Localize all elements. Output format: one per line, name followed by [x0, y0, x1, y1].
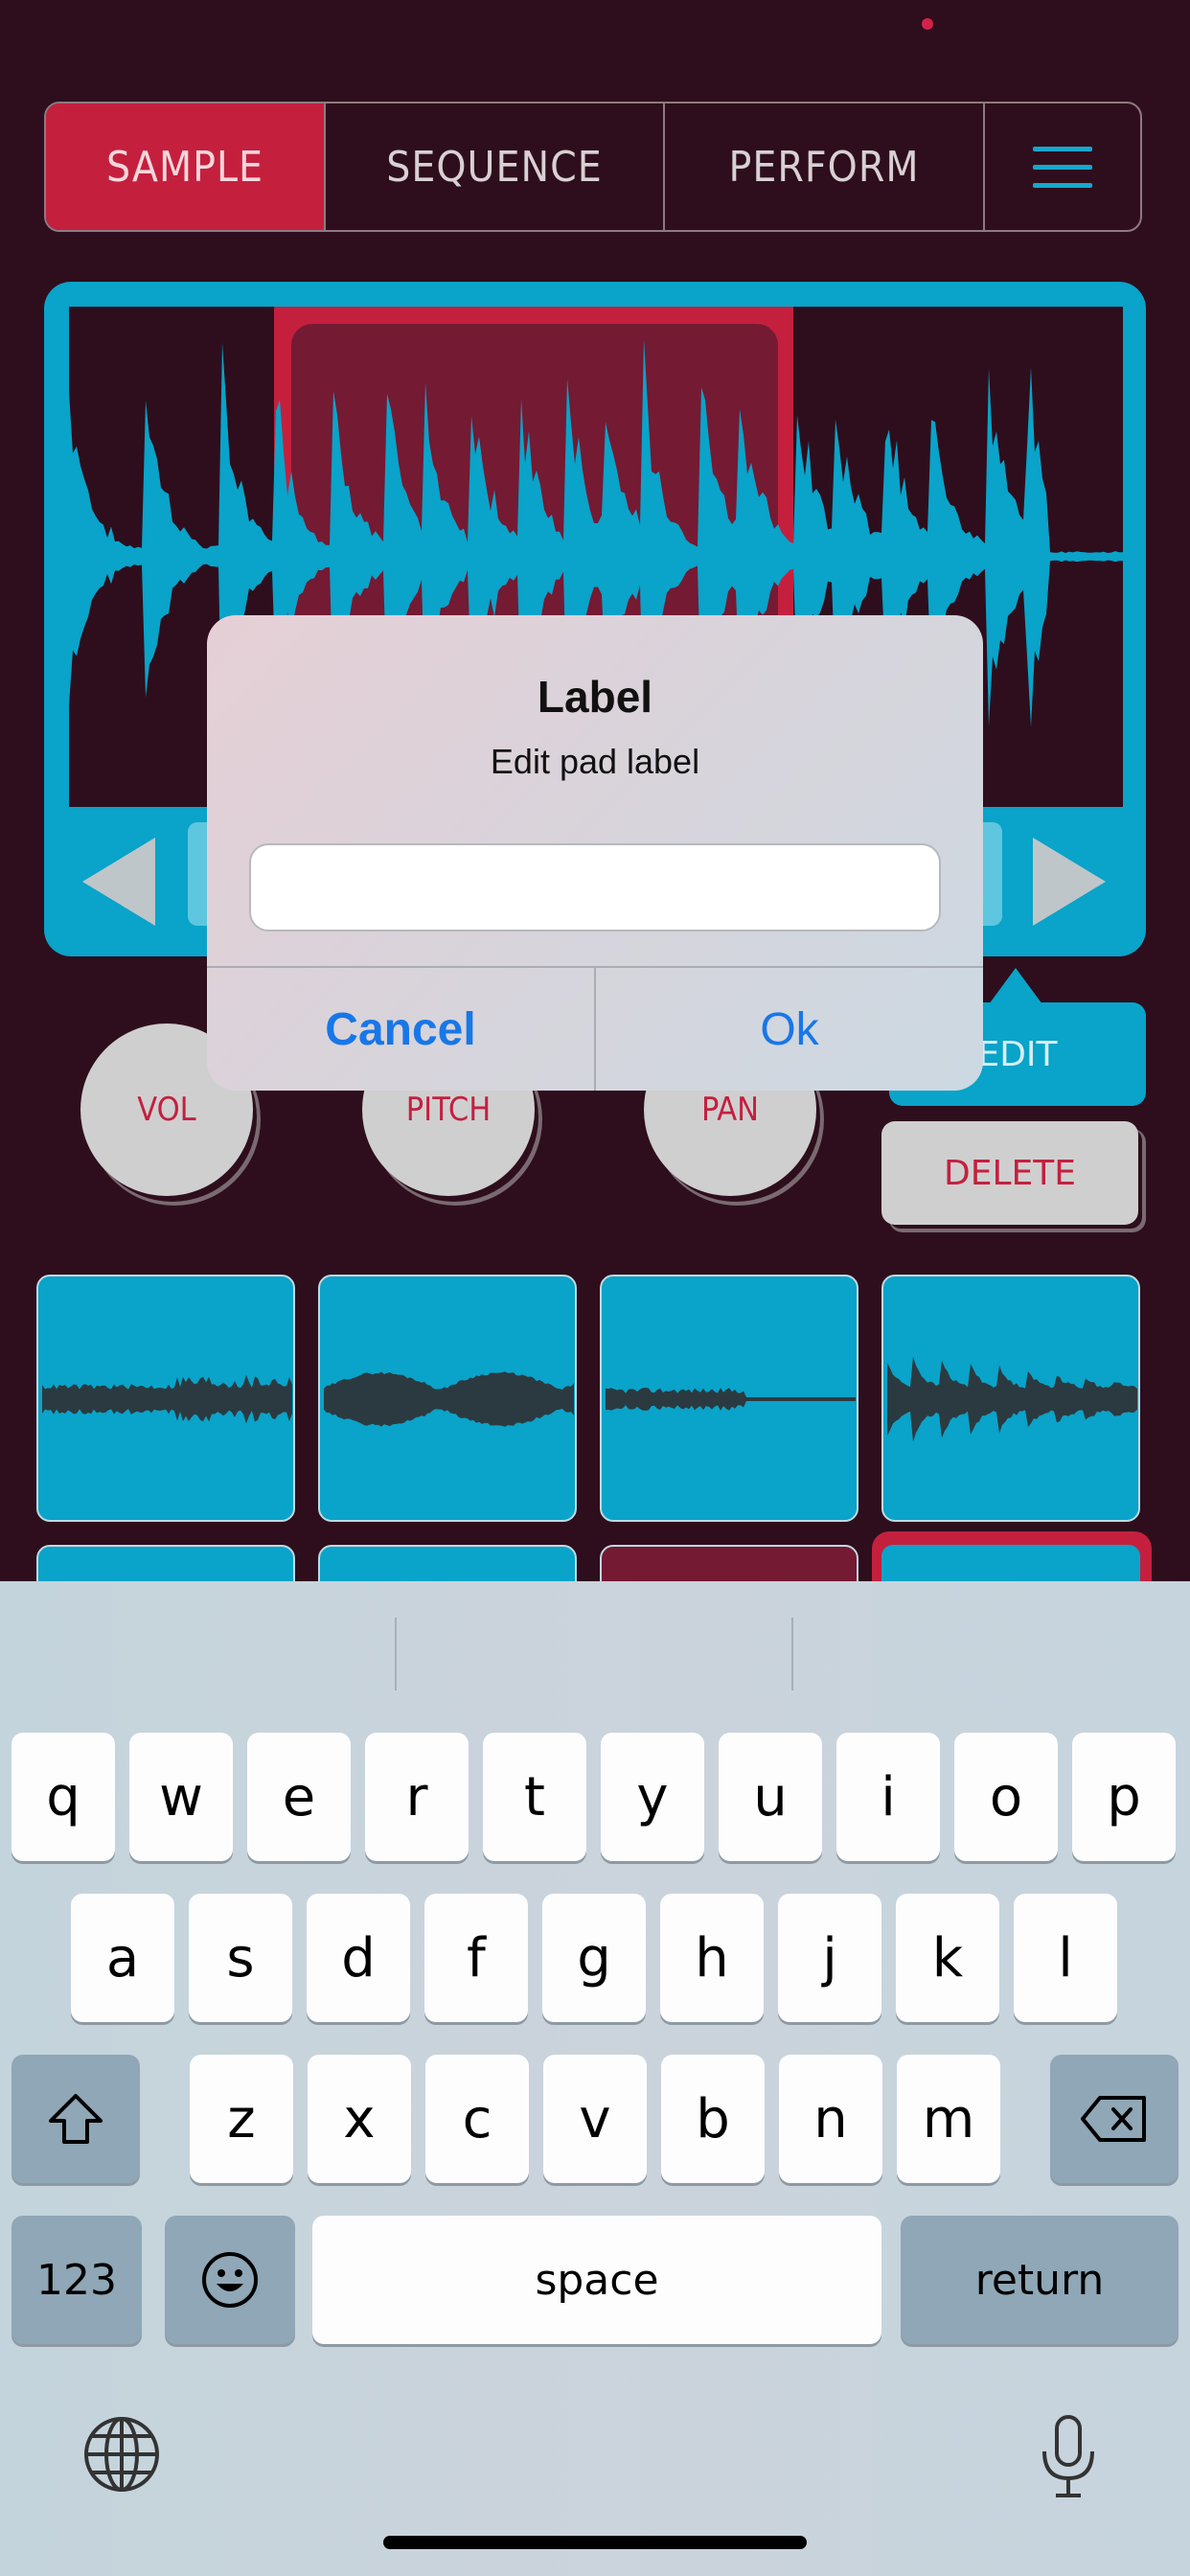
- label-text-field[interactable]: [249, 843, 941, 932]
- hamburger-menu-icon[interactable]: [985, 104, 1140, 230]
- tab-perform[interactable]: PERFORM: [665, 104, 985, 230]
- suggestion-divider: [791, 1618, 793, 1690]
- key-l[interactable]: l: [1014, 1894, 1117, 2022]
- key-r[interactable]: r: [365, 1733, 469, 1861]
- tab-sample[interactable]: SAMPLE: [46, 104, 326, 230]
- key-x[interactable]: x: [308, 2055, 411, 2183]
- key-w[interactable]: w: [129, 1733, 233, 1861]
- key-t[interactable]: t: [483, 1733, 586, 1861]
- space-key[interactable]: space: [312, 2216, 881, 2344]
- key-v[interactable]: v: [543, 2055, 647, 2183]
- key-s[interactable]: s: [189, 1894, 292, 2022]
- key-q[interactable]: q: [11, 1733, 115, 1861]
- ok-button[interactable]: Ok: [596, 968, 983, 1091]
- dialog-message: Edit pad label: [490, 742, 700, 781]
- key-f[interactable]: f: [424, 1894, 528, 2022]
- sample-pad[interactable]: [600, 1275, 858, 1522]
- key-e[interactable]: e: [247, 1733, 351, 1861]
- key-i[interactable]: i: [836, 1733, 940, 1861]
- recording-indicator: [922, 18, 933, 30]
- key-c[interactable]: c: [425, 2055, 529, 2183]
- key-g[interactable]: g: [542, 1894, 646, 2022]
- pad-waveform: [606, 1388, 856, 1411]
- cancel-button[interactable]: Cancel: [207, 968, 594, 1091]
- shift-icon: [49, 2094, 103, 2144]
- dialog-title: Label: [537, 672, 653, 722]
- key-m[interactable]: m: [897, 2055, 1000, 2183]
- left-arrow-icon[interactable]: [82, 838, 155, 926]
- emoji-key[interactable]: [165, 2216, 295, 2344]
- sample-pad[interactable]: [36, 1275, 295, 1522]
- suggestion-divider: [395, 1618, 397, 1690]
- backspace-icon: [1081, 2096, 1146, 2142]
- key-j[interactable]: j: [778, 1894, 881, 2022]
- sample-pad[interactable]: [318, 1275, 577, 1522]
- tab-sequence[interactable]: SEQUENCE: [326, 104, 665, 230]
- home-indicator: [383, 2536, 807, 2549]
- pad-waveform: [42, 1374, 292, 1424]
- key-n[interactable]: n: [779, 2055, 882, 2183]
- pad-waveform: [887, 1356, 1137, 1442]
- key-b[interactable]: b: [661, 2055, 765, 2183]
- key-y[interactable]: y: [601, 1733, 704, 1861]
- mode-tabbar: SAMPLE SEQUENCE PERFORM: [44, 102, 1142, 232]
- key-z[interactable]: z: [190, 2055, 293, 2183]
- microphone-icon[interactable]: [1039, 2413, 1098, 2503]
- key-h[interactable]: h: [660, 1894, 764, 2022]
- key-o[interactable]: o: [954, 1733, 1058, 1861]
- backspace-key[interactable]: [1050, 2055, 1179, 2183]
- shift-key[interactable]: [11, 2055, 140, 2183]
- key-k[interactable]: k: [896, 1894, 999, 2022]
- emoji-icon: [202, 2252, 258, 2308]
- delete-button[interactable]: DELETE: [881, 1121, 1138, 1225]
- return-key[interactable]: return: [901, 2216, 1179, 2344]
- key-a[interactable]: a: [71, 1894, 174, 2022]
- numbers-key[interactable]: 123: [11, 2216, 142, 2344]
- edit-tooltip-pointer: [989, 968, 1042, 1004]
- right-arrow-icon[interactable]: [1033, 838, 1106, 926]
- key-d[interactable]: d: [307, 1894, 410, 2022]
- sample-pad[interactable]: [881, 1275, 1140, 1522]
- key-p[interactable]: p: [1072, 1733, 1176, 1861]
- key-u[interactable]: u: [719, 1733, 822, 1861]
- label-dialog: Label Edit pad label Cancel Ok: [207, 615, 983, 1091]
- pad-waveform: [324, 1371, 574, 1427]
- globe-icon[interactable]: [82, 2415, 161, 2497]
